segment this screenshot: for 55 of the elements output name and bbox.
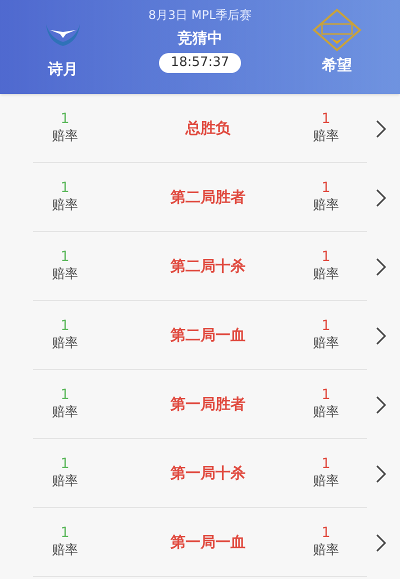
odds-label: 赔率: [313, 197, 339, 215]
odds-value: 1: [60, 111, 70, 128]
chevron-right-icon: [376, 464, 386, 482]
chevron-right-icon: [376, 188, 386, 206]
market-title: 第二局一血: [170, 325, 246, 346]
match-subtitle: 8月3日 MPL季后赛: [148, 7, 252, 24]
match-status: 竞猜中: [177, 28, 222, 49]
odds-label: 赔率: [52, 404, 78, 422]
odds-value: 1: [60, 525, 70, 542]
odds-value: 1: [322, 318, 330, 335]
market-row[interactable]: 1 赔率 第一局一血 1 赔率: [0, 508, 400, 577]
team-name: 诗月: [48, 59, 78, 80]
odds-value: 1: [60, 387, 70, 404]
market-row[interactable]: 1 赔率 总胜负 1 赔率: [0, 94, 400, 163]
odds-label: 赔率: [52, 335, 78, 353]
odds-value: 1: [60, 456, 70, 473]
odds-value: 1: [322, 249, 330, 266]
market-title: 第一局胜者: [170, 394, 246, 416]
market-row[interactable]: 1 赔率 第一局十杀 1 赔率: [0, 439, 400, 508]
odds-label: 赔率: [313, 542, 339, 560]
market-title: 第一局十杀: [170, 463, 246, 484]
odds-value: 1: [322, 456, 330, 473]
odds-label: 赔率: [313, 473, 339, 491]
market-title: 第二局十杀: [170, 256, 246, 278]
market-title: 第二局胜者: [170, 187, 246, 208]
odds-label: 赔率: [52, 266, 78, 284]
odds-label: 赔率: [313, 335, 339, 353]
chevron-right-icon: [376, 326, 386, 344]
odds-value: 1: [322, 525, 330, 542]
market-title: 总胜负: [186, 118, 230, 140]
team-name: 希望: [322, 55, 352, 76]
chevron-right-icon: [376, 258, 386, 276]
market-row[interactable]: 1 赔率 第二局十杀 1 赔率: [0, 232, 400, 301]
odds-value: 1: [322, 111, 330, 128]
market-title: 第一局一血: [170, 532, 246, 554]
chevron-right-icon: [376, 534, 386, 552]
chevron-right-icon: [376, 120, 386, 138]
market-row[interactable]: 1 赔率 第二局一血 1 赔率: [0, 301, 400, 370]
market-row[interactable]: 1 赔率 第一局胜者 1 赔率: [0, 370, 400, 439]
odds-label: 赔率: [52, 128, 78, 146]
odds-label: 赔率: [313, 404, 339, 422]
countdown-timer: 18:57:37: [158, 52, 242, 72]
odds-label: 赔率: [313, 128, 339, 146]
odds-label: 赔率: [52, 197, 78, 215]
odds-value: 1: [60, 318, 70, 335]
odds-value: 1: [322, 180, 330, 197]
odds-value: 1: [60, 249, 70, 266]
odds-value: 1: [322, 387, 330, 404]
odds-label: 赔率: [52, 542, 78, 560]
diamond-emblem-icon: [312, 8, 362, 52]
chevron-right-icon: [376, 396, 386, 414]
odds-value: 1: [60, 180, 70, 197]
market-row[interactable]: 1 赔率 第二局胜者 1 赔率: [0, 163, 400, 232]
odds-label: 赔率: [52, 473, 78, 491]
odds-label: 赔率: [313, 266, 339, 284]
